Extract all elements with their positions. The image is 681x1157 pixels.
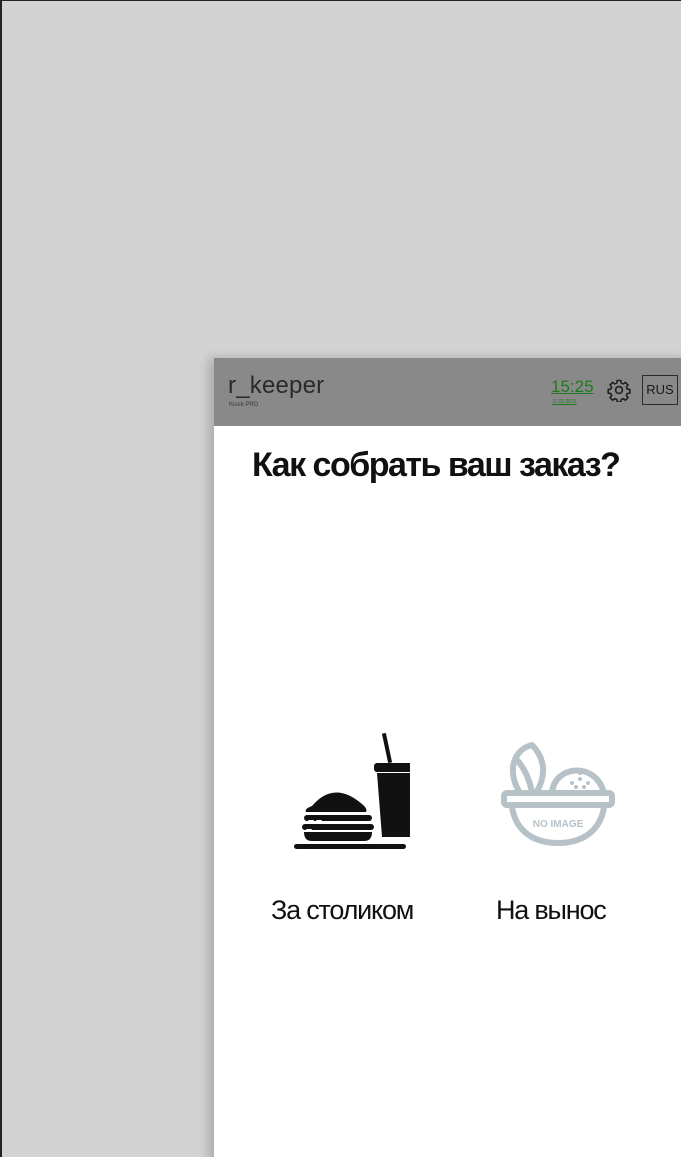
browser-viewport: r_keeper Kiosk PRO 15:25 11.02.2021 RUS … (0, 0, 681, 1157)
clock-date: 11.02.2021 (552, 399, 577, 405)
brand-logo-subtitle: Kiosk PRO (229, 402, 259, 408)
clock-time: 15:25 (551, 377, 594, 396)
kiosk-screen: r_keeper Kiosk PRO 15:25 11.02.2021 RUS … (214, 358, 681, 1157)
kiosk-header: r_keeper Kiosk PRO 15:25 11.02.2021 RUS (214, 358, 681, 426)
option-dine-in[interactable]: За столиком (264, 733, 439, 933)
no-image-caption: NO IMAGE (533, 819, 584, 830)
burger-and-drink-icon (294, 733, 410, 849)
language-switch-button[interactable]: RUS (642, 375, 678, 405)
option-takeaway[interactable]: NO IMAGE На вынос (484, 733, 634, 933)
brand-logo-title: r_keeper (228, 372, 325, 399)
option-takeaway-label: На вынос (496, 895, 607, 925)
gear-icon[interactable] (607, 378, 631, 402)
option-dine-in-label: За столиком (271, 895, 414, 925)
page-title: Как собрать ваш заказ? (252, 446, 621, 484)
no-image-placeholder-icon: NO IMAGE (501, 742, 615, 846)
